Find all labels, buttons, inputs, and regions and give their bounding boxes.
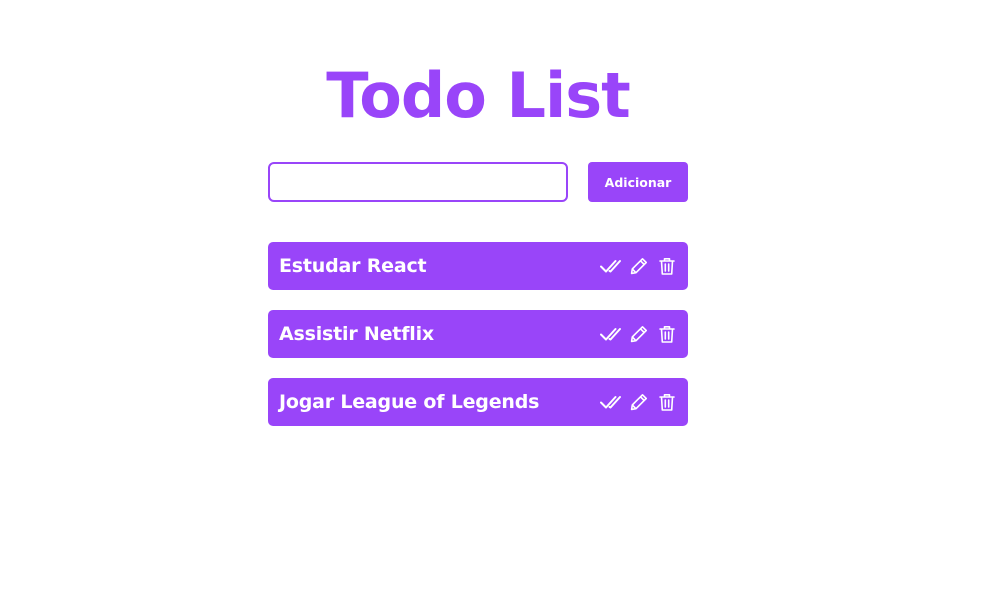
complete-button[interactable] bbox=[600, 255, 622, 277]
todo-text: Assistir Netflix bbox=[279, 323, 434, 345]
check-icon bbox=[600, 328, 621, 341]
todo-text: Jogar League of Legends bbox=[279, 391, 540, 413]
todo-item: Assistir Netflix bbox=[268, 310, 688, 358]
todo-text: Estudar React bbox=[279, 255, 427, 277]
page-title: Todo List bbox=[326, 59, 631, 132]
todo-actions bbox=[594, 255, 678, 277]
delete-button[interactable] bbox=[656, 323, 678, 345]
trash-icon bbox=[659, 393, 675, 411]
todo-item: Jogar League of Legends bbox=[268, 378, 688, 426]
pencil-icon bbox=[630, 258, 647, 275]
todo-item: Estudar React bbox=[268, 242, 688, 290]
task-input[interactable] bbox=[268, 162, 568, 202]
edit-button[interactable] bbox=[628, 391, 650, 413]
complete-button[interactable] bbox=[600, 323, 622, 345]
todo-actions bbox=[594, 323, 678, 345]
edit-button[interactable] bbox=[628, 323, 650, 345]
pencil-icon bbox=[630, 394, 647, 411]
check-icon bbox=[600, 260, 621, 273]
edit-button[interactable] bbox=[628, 255, 650, 277]
todo-list: Estudar React Assistir Netflix Jogar Lea… bbox=[268, 242, 688, 446]
add-button[interactable]: Adicionar bbox=[588, 162, 688, 202]
add-todo-form: Adicionar bbox=[268, 162, 688, 202]
check-icon bbox=[600, 396, 621, 409]
trash-icon bbox=[659, 257, 675, 275]
todo-actions bbox=[594, 391, 678, 413]
delete-button[interactable] bbox=[656, 255, 678, 277]
trash-icon bbox=[659, 325, 675, 343]
pencil-icon bbox=[630, 326, 647, 343]
delete-button[interactable] bbox=[656, 391, 678, 413]
todo-app: Todo List Adicionar Estudar React Assist… bbox=[0, 0, 981, 612]
complete-button[interactable] bbox=[600, 391, 622, 413]
